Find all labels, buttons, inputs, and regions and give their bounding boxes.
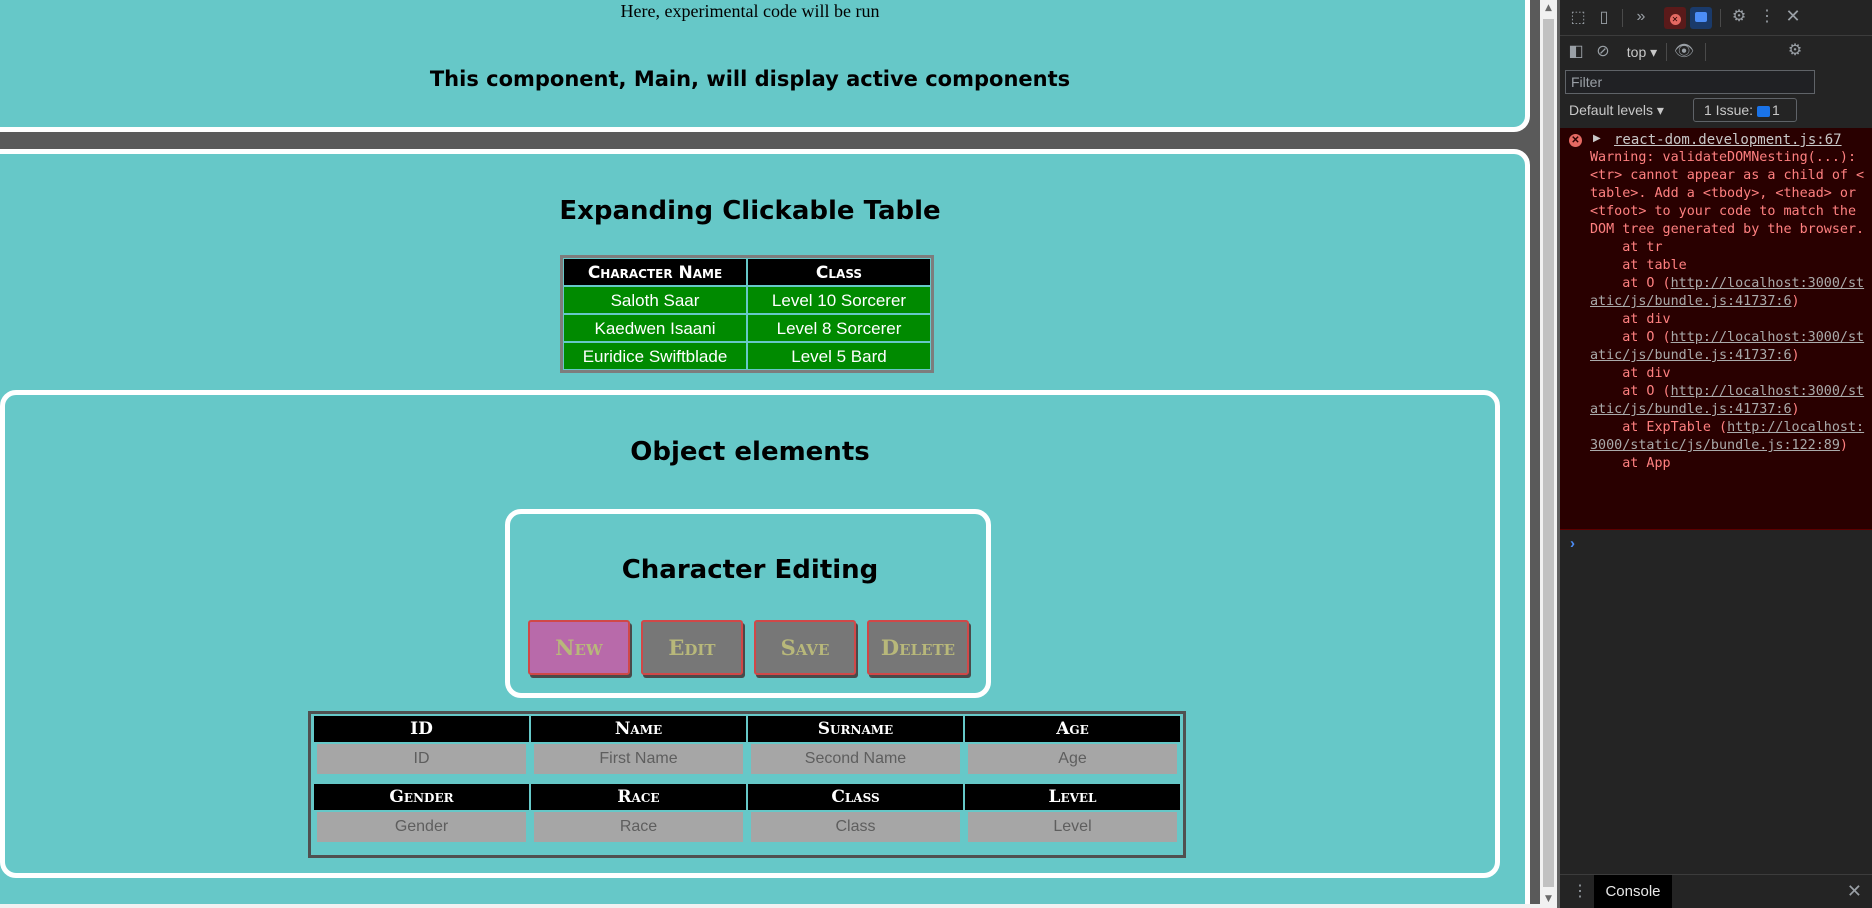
header-race: Race	[531, 784, 746, 810]
cell-class[interactable]: Level 5 Bard	[747, 342, 931, 370]
header-class: Class	[748, 784, 963, 810]
main-description: This component, Main, will display activ…	[429, 67, 1071, 91]
expanding-table: Character Name Class Saloth Saar Level 1…	[560, 255, 934, 373]
close-drawer-icon[interactable]: ✕	[1847, 881, 1862, 902]
form-header-row: Gender Race Class Level	[313, 784, 1181, 810]
second-name-field[interactable]: Second Name	[751, 744, 960, 774]
stack-line: at O (http://localhost:3000/static/js/bu…	[1590, 330, 1865, 363]
new-button[interactable]: New	[528, 620, 630, 675]
filter-input[interactable]: Filter	[1565, 70, 1815, 94]
gender-field[interactable]: Gender	[317, 812, 526, 842]
header-class: Class	[747, 258, 931, 286]
level-field[interactable]: Level	[968, 812, 1177, 842]
edit-button[interactable]: Edit	[641, 620, 743, 675]
page-scrollbar[interactable]: ▲ ▼	[1540, 0, 1557, 908]
sidebar-toggle-icon[interactable]: ◧	[1565, 41, 1587, 63]
delete-button[interactable]: Delete	[867, 620, 969, 675]
kebab-menu-icon[interactable]: ⋮	[1756, 6, 1778, 28]
cell-class[interactable]: Level 10 Sorcerer	[747, 286, 931, 314]
header-gender: Gender	[314, 784, 529, 810]
page-viewport: Here, experimental code will be run This…	[0, 0, 1540, 908]
console-settings-icon[interactable]: ⚙	[1784, 40, 1806, 62]
close-icon[interactable]: ✕	[1782, 5, 1804, 27]
stack-line: at ExpTable (http://localhost:3000/stati…	[1590, 420, 1865, 453]
id-field[interactable]: ID	[317, 744, 526, 774]
header-age: Age	[965, 716, 1180, 742]
object-elements-title: Object elements	[630, 437, 870, 467]
console-error-message: ✕ ▶ react-dom.development.js:67 Warning:…	[1560, 128, 1872, 530]
cell-name[interactable]: Euridice Swiftblade	[563, 342, 747, 370]
context-select[interactable]: top ▾	[1622, 41, 1662, 63]
age-field[interactable]: Age	[968, 744, 1177, 774]
clear-console-icon[interactable]: ⊘	[1592, 41, 1614, 63]
more-tabs-icon[interactable]: »	[1630, 6, 1652, 28]
message-count-icon[interactable]	[1690, 7, 1712, 29]
issues-label: 1 Issue:	[1704, 102, 1754, 118]
table-header-row: Character Name Class	[563, 258, 931, 286]
issues-count: 1	[1772, 102, 1780, 118]
horizontal-scrollbar[interactable]	[0, 904, 1540, 908]
expand-triangle-icon[interactable]: ▶	[1593, 133, 1601, 144]
stack-line: at tr	[1590, 240, 1663, 255]
console-prompt[interactable]: ›	[1570, 535, 1575, 552]
header-id: ID	[314, 716, 529, 742]
class-field[interactable]: Class	[751, 812, 960, 842]
inspect-element-icon[interactable]: ⬚	[1567, 7, 1589, 29]
device-toolbar-icon[interactable]: ▯	[1593, 7, 1615, 29]
cell-name[interactable]: Saloth Saar	[563, 286, 747, 314]
levels-label: Default levels	[1569, 102, 1654, 118]
table-row[interactable]: Kaedwen Isaani Level 8 Sorcerer	[563, 314, 931, 342]
character-editing-title: Character Editing	[621, 555, 879, 585]
scroll-down-arrow-icon[interactable]: ▼	[1540, 891, 1557, 908]
tab-console[interactable]: Console	[1594, 875, 1672, 908]
devtools-panel: ⬚ ▯ » ✕ ⚙ ⋮ ✕ ◧ ⊘ top ▾ 👁 ⚙ Filter Defau…	[1560, 0, 1872, 908]
stack-line: at O (http://localhost:3000/static/js/bu…	[1590, 384, 1865, 417]
header-name: Name	[531, 716, 746, 742]
cell-name[interactable]: Kaedwen Isaani	[563, 314, 747, 342]
form-header-row: ID Name Surname Age	[313, 716, 1181, 742]
header-surname: Surname	[748, 716, 963, 742]
devtools-drawer: ⋮ Console ✕	[1560, 874, 1872, 908]
action-buttons: New Edit Save Delete	[528, 620, 969, 675]
error-source-link[interactable]: react-dom.development.js:67	[1614, 132, 1842, 148]
stack-line: at O (http://localhost:3000/static/js/bu…	[1590, 276, 1865, 309]
error-message-text: Warning: validateDOMNesting(...): <tr> c…	[1590, 149, 1866, 473]
form-input-row: Gender Race Class Level	[313, 810, 1181, 844]
header-level: Level	[965, 784, 1180, 810]
cell-class[interactable]: Level 8 Sorcerer	[747, 314, 931, 342]
character-form: ID Name Surname Age ID First Name Second…	[308, 711, 1186, 858]
drawer-menu-icon[interactable]: ⋮	[1572, 881, 1588, 901]
header-character-name: Character Name	[563, 258, 747, 286]
table-row[interactable]: Euridice Swiftblade Level 5 Bard	[563, 342, 931, 370]
experimental-text: Here, experimental code will be run	[620, 1, 880, 21]
scrollbar-thumb[interactable]	[1543, 19, 1554, 887]
issues-button[interactable]: 1 Issue: 1	[1693, 98, 1797, 122]
stack-line: at div	[1590, 366, 1671, 381]
error-count-icon[interactable]: ✕	[1664, 7, 1686, 29]
error-icon: ✕	[1569, 134, 1582, 147]
issues-flag-icon	[1757, 105, 1771, 117]
settings-gear-icon[interactable]: ⚙	[1728, 6, 1750, 28]
log-levels-select[interactable]: Default levels ▾	[1569, 102, 1664, 119]
warning-text: Warning: validateDOMNesting(...): <tr> c…	[1590, 150, 1865, 237]
exp-table-title: Expanding Clickable Table	[559, 196, 941, 226]
live-expression-icon[interactable]: 👁	[1673, 41, 1695, 63]
table-row[interactable]: Saloth Saar Level 10 Sorcerer	[563, 286, 931, 314]
stack-line: at div	[1590, 312, 1671, 327]
context-label: top	[1626, 44, 1647, 60]
scroll-up-arrow-icon[interactable]: ▲	[1540, 0, 1557, 17]
stack-line: at table	[1590, 258, 1687, 273]
stack-line: at App	[1590, 456, 1671, 471]
save-button[interactable]: Save	[754, 620, 856, 675]
first-name-field[interactable]: First Name	[534, 744, 743, 774]
form-input-row: ID First Name Second Name Age	[313, 742, 1181, 776]
race-field[interactable]: Race	[534, 812, 743, 842]
